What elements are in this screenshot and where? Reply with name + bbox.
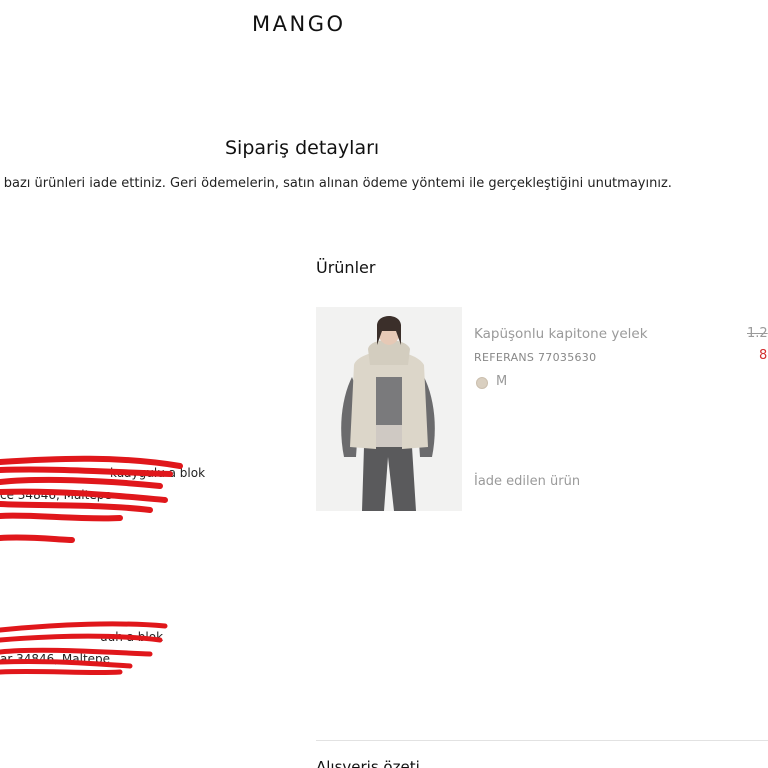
products-section-title: Ürünler	[316, 258, 376, 277]
page-title: Sipariş detayları	[225, 137, 380, 159]
redaction-scribble-shipping	[0, 455, 183, 543]
returned-status: İade edilen ürün	[474, 474, 581, 489]
product-name[interactable]: Kapüşonlu kapitone yelek	[474, 326, 648, 342]
product-reference: REFERANS 77035630	[474, 351, 597, 364]
mango-logo[interactable]: MANGO	[252, 12, 346, 36]
section-divider	[316, 740, 768, 741]
color-swatch	[476, 377, 488, 389]
redaction-scribble-billing	[0, 621, 168, 676]
product-size: M	[496, 374, 508, 389]
refund-notice: i bazı ürünleri iade ettiniz. Geri ödeme…	[0, 176, 672, 191]
original-price: 1.2	[747, 326, 768, 341]
model-wearing-vest-image	[316, 307, 462, 511]
sale-price: 8	[759, 348, 768, 363]
order-summary-title: Alışveriş özeti	[316, 758, 420, 768]
product-image[interactable]	[316, 307, 462, 511]
